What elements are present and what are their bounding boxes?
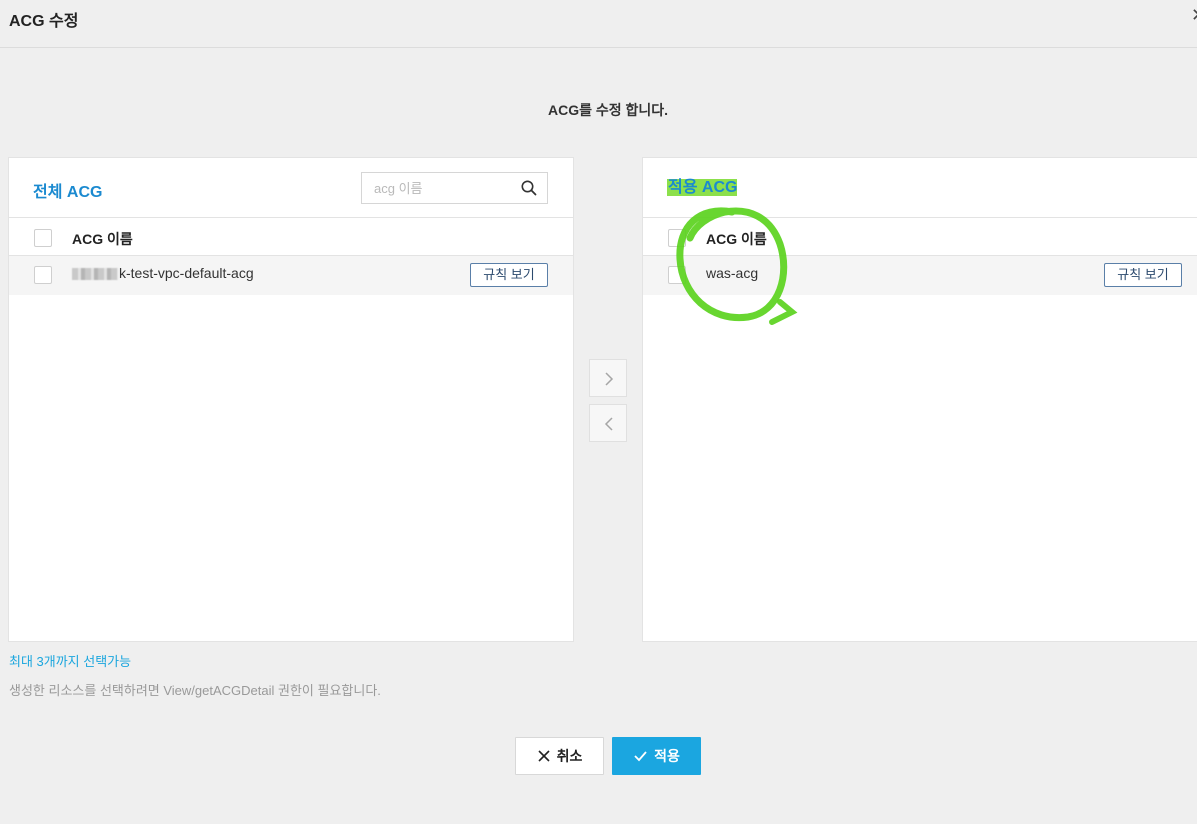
acg-name-text: k-test-vpc-default-acg <box>119 265 254 281</box>
column-header-acg-name: ACG 이름 <box>72 231 133 247</box>
view-rules-button[interactable]: 규칙 보기 <box>1104 263 1182 287</box>
close-icon[interactable]: ✕ <box>1191 5 1197 26</box>
apply-button[interactable]: 적용 <box>612 737 701 775</box>
acg-name: k-test-vpc-default-acg <box>72 265 254 281</box>
select-all-checkbox[interactable] <box>34 229 52 247</box>
cancel-button[interactable]: 취소 <box>515 737 604 775</box>
move-right-button[interactable] <box>589 359 627 397</box>
dialog-description: ACG를 수정 합니다. <box>547 102 669 118</box>
chevron-right-icon <box>605 372 614 386</box>
apply-label: 적용 <box>654 748 680 764</box>
select-all-checkbox[interactable] <box>668 229 686 247</box>
row-checkbox[interactable] <box>668 266 686 284</box>
close-icon <box>538 750 550 762</box>
check-icon <box>634 751 647 762</box>
search-icon[interactable] <box>520 179 538 197</box>
acg-search-input[interactable] <box>362 173 512 203</box>
acg-name: was-acg <box>706 265 759 281</box>
applied-acg-title: 적용 ACG <box>667 179 738 196</box>
dialog-title: ACG 수정 <box>9 13 79 30</box>
table-row[interactable]: was-acg 규칙 보기 <box>643 256 1197 295</box>
row-checkbox[interactable] <box>34 266 52 284</box>
permission-note: 생성한 리소스를 선택하려면 View/getACGDetail 권한이 필요합… <box>9 683 381 698</box>
chevron-left-icon <box>604 417 613 431</box>
view-rules-button[interactable]: 규칙 보기 <box>470 263 548 287</box>
all-acg-panel: 전체 ACG ACG 이름 k-test-vpc-default-acg 규칙 … <box>8 157 574 642</box>
applied-acg-panel: 적용 ACG ACG 이름 was-acg 규칙 보기 <box>642 157 1197 642</box>
all-acg-table-header: ACG 이름 <box>9 217 573 256</box>
move-left-button[interactable] <box>589 404 627 442</box>
column-header-acg-name: ACG 이름 <box>706 231 767 247</box>
all-acg-title: 전체 ACG <box>33 184 103 201</box>
acg-edit-dialog: ACG 수정 ✕ ACG를 수정 합니다. 전체 ACG ACG 이름 k-te… <box>0 0 1197 824</box>
applied-acg-table-header: ACG 이름 <box>643 217 1197 256</box>
redacted-text <box>72 268 118 281</box>
acg-search-box <box>361 172 548 204</box>
table-row[interactable]: k-test-vpc-default-acg 규칙 보기 <box>9 256 573 295</box>
cancel-label: 취소 <box>556 748 583 764</box>
dialog-header: ACG 수정 ✕ <box>0 0 1197 48</box>
max-select-note: 최대 3개까지 선택가능 <box>9 654 132 669</box>
